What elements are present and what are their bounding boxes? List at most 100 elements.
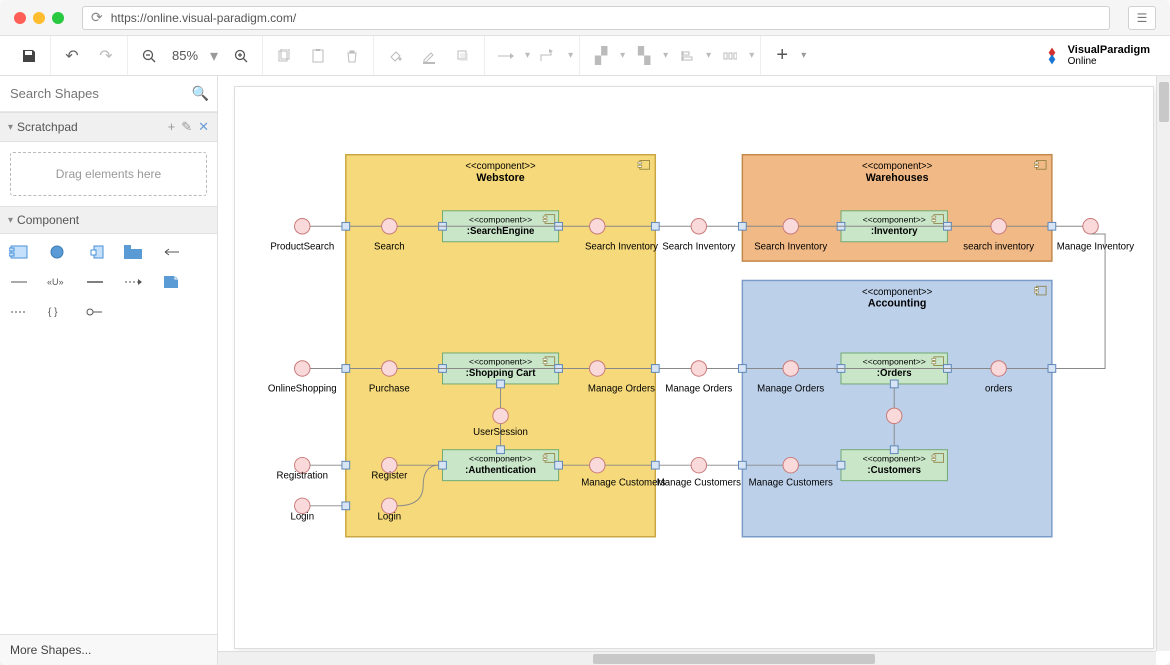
distribute-button[interactable] <box>715 41 745 71</box>
scratchpad-add-icon[interactable]: + <box>168 119 176 135</box>
svg-text:<<component>>: <<component>> <box>469 357 532 367</box>
svg-text:<<component>>: <<component>> <box>863 214 926 224</box>
component-authentication[interactable]: <<component>> :Authentication <box>439 446 563 481</box>
svg-text::Orders: :Orders <box>877 368 912 379</box>
toolbar: ↶ ↷ 85% ▾ <box>0 36 1170 76</box>
search-shapes-input[interactable] <box>8 82 192 105</box>
add-button[interactable]: + <box>767 41 797 71</box>
shadow-button[interactable] <box>448 41 478 71</box>
shape-port[interactable] <box>84 242 106 262</box>
hamburger-menu-button[interactable]: ☰ <box>1128 6 1156 30</box>
zoom-out-button[interactable] <box>134 41 164 71</box>
canvas-area[interactable]: <<component>> Webstore <<component>> War… <box>218 76 1170 665</box>
scratchpad-dropzone[interactable]: Drag elements here <box>10 152 207 196</box>
svg-text:Accounting: Accounting <box>868 298 926 310</box>
url-bar[interactable]: ⟳ https://online.visual-paradigm.com/ <box>82 6 1110 30</box>
shape-constraint[interactable]: { } <box>46 302 68 322</box>
svg-text:<<component>>: <<component>> <box>863 453 926 463</box>
to-back-button[interactable]: ▚ <box>629 41 659 71</box>
brand-logo[interactable]: VisualParadigmOnline <box>1042 44 1162 67</box>
line-color-button[interactable] <box>414 41 444 71</box>
shape-stereotype-label[interactable]: «U» <box>46 272 68 292</box>
svg-text:UserSession: UserSession <box>473 427 528 438</box>
search-shapes[interactable]: 🔍 <box>0 76 217 112</box>
shape-line[interactable] <box>8 272 30 292</box>
svg-text:orders: orders <box>985 384 1013 395</box>
shape-lollipop[interactable] <box>84 302 106 322</box>
redo-button[interactable]: ↷ <box>91 41 121 71</box>
shape-interface-circle[interactable] <box>46 242 68 262</box>
minimize-window-icon[interactable] <box>33 12 45 24</box>
shape-note[interactable] <box>160 272 182 292</box>
connection-style-button[interactable] <box>491 41 521 71</box>
svg-text:Search Inventory: Search Inventory <box>754 241 827 252</box>
more-shapes-button[interactable]: More Shapes... <box>0 634 217 665</box>
waypoint-style-button[interactable] <box>534 41 564 71</box>
svg-text::Authentication: :Authentication <box>465 465 536 476</box>
svg-text:<<component>>: <<component>> <box>469 214 532 224</box>
shape-dashed-line[interactable] <box>8 302 30 322</box>
component-orders[interactable]: <<component>> :Orders <box>837 353 951 388</box>
component-shoppingcart[interactable]: <<component>> :Shopping Cart <box>439 353 563 388</box>
svg-text:Manage Customers: Manage Customers <box>749 478 833 489</box>
zoom-in-button[interactable] <box>226 41 256 71</box>
maximize-window-icon[interactable] <box>52 12 64 24</box>
vertical-scrollbar[interactable] <box>1156 76 1170 651</box>
svg-text:<<component>>: <<component>> <box>863 357 926 367</box>
svg-text:Register: Register <box>371 471 408 482</box>
svg-text:Registration: Registration <box>277 471 329 482</box>
to-front-button[interactable]: ▞ <box>586 41 616 71</box>
svg-text:Manage Orders: Manage Orders <box>588 384 655 395</box>
scratchpad-header[interactable]: ▾ Scratchpad + ✎ ✕ <box>0 112 217 142</box>
shape-dashed-arrow[interactable] <box>122 272 144 292</box>
diagram-canvas[interactable]: <<component>> Webstore <<component>> War… <box>234 86 1154 649</box>
svg-text::Customers: :Customers <box>867 465 921 476</box>
svg-text:<<component>>: <<component>> <box>469 453 532 463</box>
svg-text:«U»: «U» <box>47 277 64 287</box>
component-customers[interactable]: <<component>> :Customers <box>837 446 947 481</box>
svg-text::SearchEngine: :SearchEngine <box>467 226 535 237</box>
svg-text:Warehouses: Warehouses <box>866 172 929 184</box>
url-text: https://online.visual-paradigm.com/ <box>111 11 296 25</box>
shape-dependency-arrow[interactable] <box>160 242 182 262</box>
paste-button[interactable] <box>303 41 333 71</box>
zoom-level[interactable]: 85% <box>168 48 202 63</box>
close-window-icon[interactable] <box>14 12 26 24</box>
fill-color-button[interactable] <box>380 41 410 71</box>
svg-text:Login: Login <box>377 511 401 522</box>
svg-text:Login: Login <box>290 511 314 522</box>
save-button[interactable] <box>14 41 44 71</box>
svg-text:Manage Orders: Manage Orders <box>757 384 824 395</box>
svg-text:search inventory: search inventory <box>963 241 1034 252</box>
svg-text:Search Inventory: Search Inventory <box>585 241 658 252</box>
svg-text:<<component>>: <<component>> <box>862 161 933 172</box>
shape-package[interactable] <box>122 242 144 262</box>
svg-text:Manage Inventory: Manage Inventory <box>1057 241 1134 252</box>
svg-text:Manage Customers: Manage Customers <box>657 478 741 489</box>
svg-text:Webstore: Webstore <box>476 172 524 184</box>
shape-component-box[interactable] <box>8 242 30 262</box>
zoom-dropdown[interactable]: ▾ <box>206 41 222 71</box>
svg-text:ProductSearch: ProductSearch <box>270 241 334 252</box>
delete-button[interactable] <box>337 41 367 71</box>
svg-text:Search: Search <box>374 241 405 252</box>
component-panel-header[interactable]: ▾ Component <box>0 206 217 234</box>
align-button[interactable] <box>672 41 702 71</box>
scratchpad-close-icon[interactable]: ✕ <box>198 119 209 135</box>
svg-text::Inventory: :Inventory <box>871 226 918 237</box>
svg-text:Manage Orders: Manage Orders <box>665 384 732 395</box>
svg-text:Search Inventory: Search Inventory <box>662 241 735 252</box>
copy-button[interactable] <box>269 41 299 71</box>
shape-solid-line[interactable] <box>84 272 106 292</box>
scratchpad-edit-icon[interactable]: ✎ <box>181 119 192 135</box>
search-icon[interactable]: 🔍 <box>192 85 209 102</box>
svg-text::Shopping Cart: :Shopping Cart <box>466 368 537 379</box>
caret-down-icon: ▾ <box>8 215 13 226</box>
svg-text:Manage Customers: Manage Customers <box>581 478 665 489</box>
svg-text:<<component>>: <<component>> <box>465 161 536 172</box>
component-shapes-grid: «U» { } <box>0 234 217 330</box>
undo-button[interactable]: ↶ <box>57 41 87 71</box>
reload-icon[interactable]: ⟳ <box>91 9 103 26</box>
horizontal-scrollbar[interactable] <box>218 651 1156 665</box>
traffic-lights <box>14 12 64 24</box>
